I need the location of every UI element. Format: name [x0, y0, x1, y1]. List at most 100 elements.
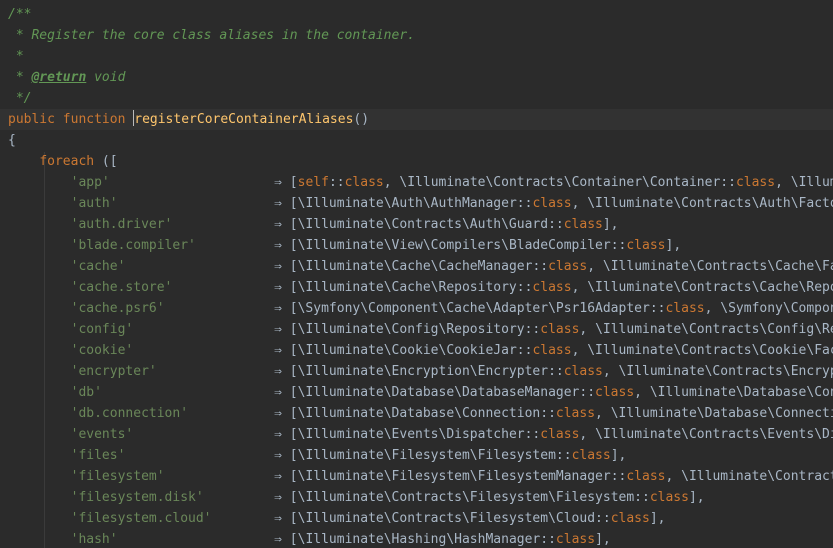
- alias-row[interactable]: 'auth' ⇒ [\Illuminate\Auth\AuthManager::…: [0, 193, 833, 214]
- class-name-token[interactable]: \Illuminate\Config\Repository: [298, 322, 525, 337]
- class-name-token[interactable]: \Illuminate\Database\Connection: [298, 406, 541, 421]
- keyword-token: class: [665, 301, 705, 316]
- class-name-token[interactable]: \Symfony\Component\Cache\Adapter\Psr16Ad…: [298, 301, 650, 316]
- class-name-token[interactable]: \Illuminate\Contracts\Container\Containe…: [399, 175, 720, 190]
- alias-padding: [204, 490, 274, 505]
- array-open: [: [281, 175, 298, 190]
- alias-key: 'blade.compiler': [70, 238, 196, 253]
- class-name-token[interactable]: \Illuminate\Auth\AuthManager: [298, 196, 517, 211]
- alias-row[interactable]: 'cache' ⇒ [\Illuminate\Cache\CacheManage…: [0, 256, 833, 277]
- alias-row[interactable]: 'hash' ⇒ [\Illuminate\Hashing\HashManage…: [0, 529, 833, 548]
- alias-row[interactable]: 'filesystem.disk' ⇒ [\Illuminate\Contrac…: [0, 487, 833, 508]
- scope-operator: ::: [328, 175, 345, 190]
- alias-row[interactable]: 'files' ⇒ [\Illuminate\Filesystem\Filesy…: [0, 445, 833, 466]
- code-editor[interactable]: /** * Register the core class aliases in…: [0, 0, 833, 548]
- punctuation: ],: [602, 217, 619, 232]
- keyword-token: self: [297, 175, 329, 190]
- class-name-token[interactable]: \Illuminate\Database\DatabaseManager: [298, 385, 580, 400]
- punctuation: ,: [571, 196, 588, 211]
- class-name-token[interactable]: \Illuminate\Filesystem\FilesystemManager: [298, 469, 611, 484]
- alias-key: 'filesystem': [70, 469, 165, 484]
- punctuation: ,: [665, 469, 682, 484]
- doc-comment-close: */: [0, 88, 833, 109]
- class-name-token[interactable]: \Illuminate\Contracts\Filesystem: [681, 469, 833, 484]
- alias-padding: [102, 385, 274, 400]
- alias-row[interactable]: 'events' ⇒ [\Illuminate\Events\Dispatche…: [0, 424, 833, 445]
- doc-comment-text: *: [8, 70, 32, 85]
- alias-row[interactable]: 'encrypter' ⇒ [\Illuminate\Encryption\En…: [0, 361, 833, 382]
- alias-row[interactable]: 'cache.psr6' ⇒ [\Symfony\Component\Cache…: [0, 298, 833, 319]
- double-arrow-operator: ⇒: [274, 427, 282, 442]
- punctuation: ,: [579, 322, 596, 337]
- class-name-token[interactable]: \Illuminate\Contracts\Cache\Repository: [587, 280, 833, 295]
- array-open: [: [281, 427, 298, 442]
- alias-padding: [172, 217, 274, 232]
- foreach-keyword: foreach: [39, 154, 95, 169]
- class-name-token[interactable]: \Illuminate\Contracts\Cache\Factory: [603, 259, 833, 274]
- class-name-token[interactable]: \Symfony\Component\Cache\Adapter: [720, 301, 833, 316]
- alias-row[interactable]: 'auth.driver' ⇒ [\Illuminate\Contracts\A…: [0, 214, 833, 235]
- alias-row[interactable]: 'filesystem' ⇒ [\Illuminate\Filesystem\F…: [0, 466, 833, 487]
- double-arrow-operator: ⇒: [274, 406, 282, 421]
- class-name-token[interactable]: \Illuminate\Cache\Repository: [298, 280, 517, 295]
- alias-key: 'filesystem.disk': [70, 490, 204, 505]
- function-name[interactable]: registerCoreContainerAliases: [134, 112, 353, 127]
- alias-key: 'db.connection': [70, 406, 189, 421]
- class-name-token[interactable]: \Illuminate\Filesystem\Filesystem: [298, 448, 556, 463]
- class-name-token[interactable]: \Illuminate\Contracts\Auth\Factory: [587, 196, 833, 211]
- class-name-token[interactable]: \Illuminate\Contracts\Cookie\Factory: [587, 343, 833, 358]
- array-open: [: [281, 343, 298, 358]
- array-open: [: [281, 406, 298, 421]
- class-name-token[interactable]: \Illuminate\Events\Dispatcher: [298, 427, 525, 442]
- class-name-token[interactable]: \Illuminate\View\Compilers\BladeCompiler: [298, 238, 611, 253]
- class-name-token[interactable]: \Illuminate\Cache\CacheManager: [298, 259, 533, 274]
- class-name-token[interactable]: \Illuminate\Contracts\Container\Containe…: [791, 175, 833, 190]
- scope-operator: ::: [524, 427, 541, 442]
- doc-comment-text: *: [8, 49, 24, 64]
- alias-row[interactable]: 'cookie' ⇒ [\Illuminate\Cookie\CookieJar…: [0, 340, 833, 361]
- keyword-token: class: [548, 259, 588, 274]
- function-signature-line[interactable]: public function registerCoreContainerAli…: [0, 109, 833, 130]
- array-open: [: [281, 301, 298, 316]
- class-name-token[interactable]: \Illuminate\Hashing\HashManager: [298, 532, 541, 547]
- class-name-token[interactable]: \Illuminate\Cookie\CookieJar: [298, 343, 517, 358]
- class-name-token[interactable]: \Illuminate\Contracts\Events\Dispatcher: [595, 427, 833, 442]
- alias-row[interactable]: 'blade.compiler' ⇒ [\Illuminate\View\Com…: [0, 235, 833, 256]
- keyword-token: class: [532, 280, 572, 295]
- alias-row[interactable]: 'cache.store' ⇒ [\Illuminate\Cache\Repos…: [0, 277, 833, 298]
- class-name-token[interactable]: \Illuminate\Database\ConnectionResolver: [650, 385, 833, 400]
- scope-operator: ::: [595, 511, 611, 526]
- class-name-token[interactable]: \Illuminate\Database\ConnectionInterface: [611, 406, 833, 421]
- alias-row[interactable]: 'config' ⇒ [\Illuminate\Config\Repositor…: [0, 319, 833, 340]
- alias-row[interactable]: 'filesystem.cloud' ⇒ [\Illuminate\Contra…: [0, 508, 833, 529]
- alias-padding: [110, 175, 274, 190]
- alias-padding: [133, 427, 274, 442]
- return-tag[interactable]: @return: [31, 70, 86, 85]
- double-arrow-operator: ⇒: [274, 217, 282, 232]
- punctuation: ,: [602, 364, 619, 379]
- class-name-token[interactable]: \Illuminate\Contracts\Encryption: [619, 364, 833, 379]
- alias-padding: [118, 532, 275, 547]
- class-name-token[interactable]: \Illuminate\Contracts\Auth\Guard: [298, 217, 548, 232]
- class-name-token[interactable]: \Illuminate\Contracts\Filesystem\Filesys…: [298, 490, 635, 505]
- class-name-token[interactable]: \Illuminate\Encryption\Encrypter: [298, 364, 548, 379]
- alias-padding: [212, 511, 275, 526]
- double-arrow-operator: ⇒: [274, 322, 282, 337]
- alias-row[interactable]: 'db.connection' ⇒ [\Illuminate\Database\…: [0, 403, 833, 424]
- scope-operator: ::: [516, 196, 533, 211]
- doc-comment-return: * @return void: [0, 67, 833, 88]
- alias-row[interactable]: 'db' ⇒ [\Illuminate\Database\DatabaseMan…: [0, 382, 833, 403]
- punctuation: ],: [610, 448, 627, 463]
- class-name-token[interactable]: \Illuminate\Contracts\Config\Repository: [595, 322, 833, 337]
- alias-row[interactable]: 'app' ⇒ [self::class, \Illuminate\Contra…: [0, 172, 833, 193]
- class-name-token[interactable]: \Illuminate\Contracts\Filesystem\Cloud: [298, 511, 595, 526]
- alias-key: 'config': [70, 322, 134, 337]
- alias-padding: [133, 343, 274, 358]
- keyword-token: class: [571, 448, 611, 463]
